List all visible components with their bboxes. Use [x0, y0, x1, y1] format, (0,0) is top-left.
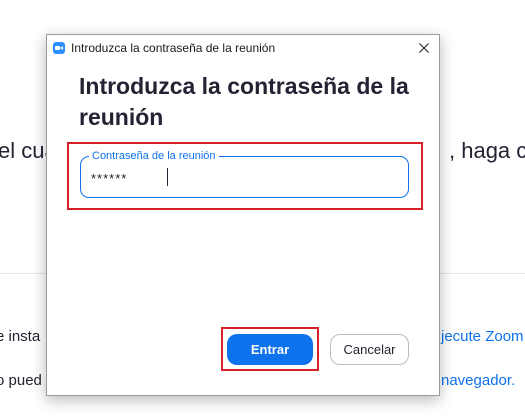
password-field-label: Contraseña de la reunión — [89, 149, 219, 163]
password-field[interactable]: Contraseña de la reunión — [80, 149, 409, 198]
close-button[interactable] — [415, 39, 433, 57]
window-title: Introduzca la contraseña de la reunión — [71, 41, 276, 55]
background-text-fragment: , haga c — [449, 138, 525, 163]
background-text-fragment: o pued — [0, 372, 42, 389]
password-dialog: Introduzca la contraseña de la reunión I… — [46, 34, 440, 396]
text-caret — [167, 168, 168, 186]
background-link-fragment[interactable]: jecute Zoom — [441, 328, 524, 345]
background-text-fragment: e insta — [0, 328, 41, 345]
background-link-fragment[interactable]: navegador. — [441, 372, 515, 389]
zoom-camera-icon — [53, 42, 65, 54]
dialog-heading: Introduzca la contraseña de la reunión — [79, 73, 409, 130]
dialog-titlebar: Introduzca la contraseña de la reunión — [47, 35, 439, 61]
enter-button[interactable]: Entrar — [227, 334, 313, 365]
password-input[interactable] — [91, 169, 391, 187]
close-icon — [419, 43, 429, 53]
cancel-button[interactable]: Cancelar — [330, 334, 409, 365]
